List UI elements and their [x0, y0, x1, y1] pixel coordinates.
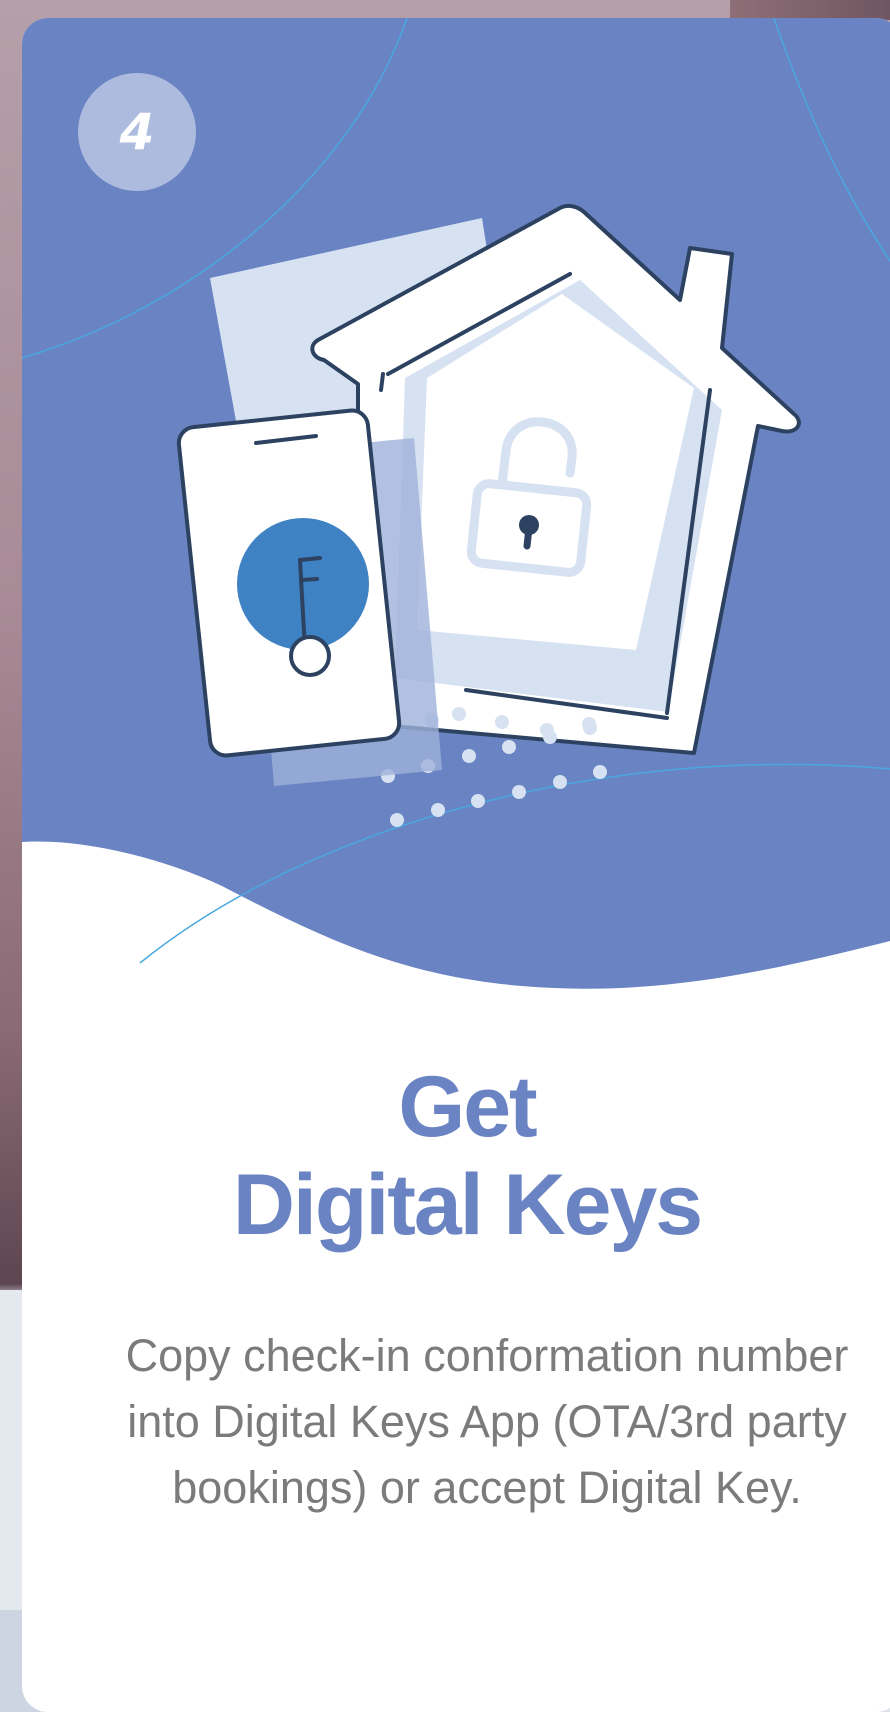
background-photo-edge [730, 0, 890, 20]
step-number-badge: 4 [78, 73, 196, 191]
card-title: Get Digital Keys [22, 1058, 890, 1254]
step-number: 4 [119, 103, 155, 161]
card-title-line1: Get [398, 1059, 537, 1155]
onboarding-step-card: 4 Get Digital Keys Copy check-in conform… [22, 18, 890, 1712]
card-description: Copy check-in conformation number into D… [125, 1330, 849, 1513]
card-title-line2: Digital Keys [232, 1157, 703, 1253]
